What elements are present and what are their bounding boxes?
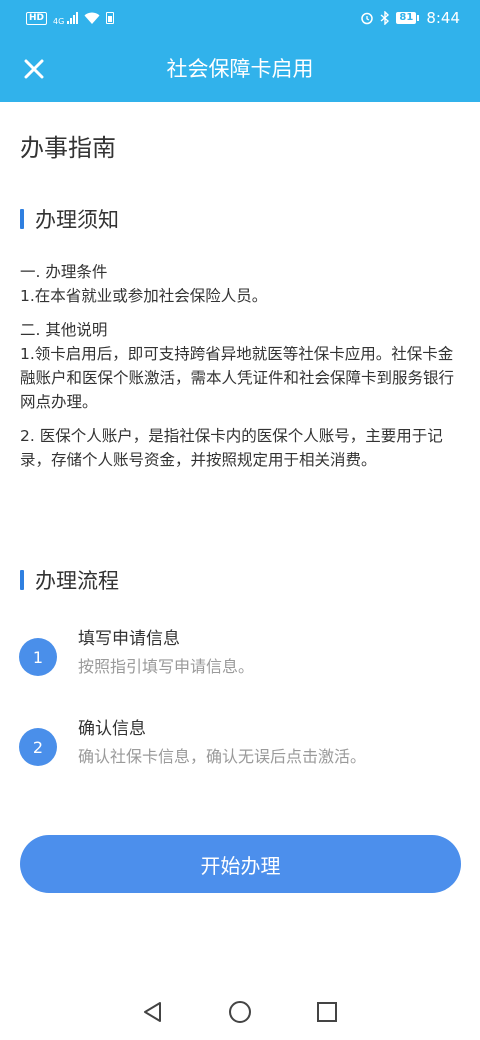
step-number-badge: 1 xyxy=(19,638,57,676)
process-title: 办理流程 xyxy=(35,569,119,593)
bluetooth-icon xyxy=(380,11,390,25)
recents-button[interactable] xyxy=(312,997,342,1027)
recents-icon xyxy=(316,1002,337,1022)
back-icon xyxy=(144,1002,162,1022)
back-button[interactable] xyxy=(138,997,168,1027)
system-nav-bar xyxy=(0,984,480,1040)
battery-icon: 81 xyxy=(396,12,420,24)
status-right: 81 8:44 xyxy=(360,9,460,27)
battery-saver-icon xyxy=(106,12,115,24)
step-title: 确认信息 xyxy=(78,719,146,739)
notice-title: 办理须知 xyxy=(35,208,119,232)
notice-section-title: 办理须知 xyxy=(20,204,119,234)
network-type: 4G xyxy=(53,17,65,26)
step-description: 确认社保卡信息，确认无误后点击激活。 xyxy=(78,747,367,766)
close-button[interactable] xyxy=(14,49,54,89)
wifi-icon xyxy=(84,12,100,24)
other-item-1: 1.领卡启用后，即可支持跨省异地就医等社保卡应用。社保卡金融账户和医保个账激活，… xyxy=(20,345,455,411)
other-item-2: 2. 医保个人账户，是指社保卡内的医保个人账号，主要用于记录，存储个人账号资金，… xyxy=(20,427,443,469)
status-time: 8:44 xyxy=(426,9,460,27)
process-step: 2 确认信息 确认社保卡信息，确认无误后点击激活。 xyxy=(19,714,459,794)
process-section-title: 办理流程 xyxy=(20,565,119,595)
start-button[interactable]: 开始办理 xyxy=(20,835,461,893)
step-description: 按照指引填写申请信息。 xyxy=(78,657,255,676)
home-button[interactable] xyxy=(225,997,255,1027)
section-accent-bar xyxy=(20,570,24,590)
status-left: HD 4G xyxy=(26,10,115,26)
status-bar: HD 4G 81 8:44 xyxy=(0,0,480,36)
step-title: 填写申请信息 xyxy=(78,629,180,649)
alarm-icon xyxy=(361,12,374,25)
section-accent-bar xyxy=(20,209,24,229)
header-bar: 社会保障卡启用 xyxy=(0,36,480,102)
signal-icon xyxy=(67,12,79,24)
guide-heading: 办事指南 xyxy=(20,134,116,162)
process-step: 1 填写申请信息 按照指引填写申请信息。 xyxy=(19,624,459,704)
home-icon xyxy=(228,1001,251,1023)
condition-heading: 一. 办理条件 xyxy=(20,263,108,281)
page-title: 社会保障卡启用 xyxy=(166,57,314,81)
close-icon xyxy=(24,59,44,79)
condition-text: 1.在本省就业或参加社会保险人员。 xyxy=(20,287,268,305)
step-number-badge: 2 xyxy=(19,728,57,766)
hd-icon: HD xyxy=(26,11,48,25)
other-heading: 二. 其他说明 xyxy=(20,321,108,339)
notice-body: 一. 办理条件 1.在本省就业或参加社会保险人员。 二. 其他说明 1.领卡启用… xyxy=(20,260,460,472)
